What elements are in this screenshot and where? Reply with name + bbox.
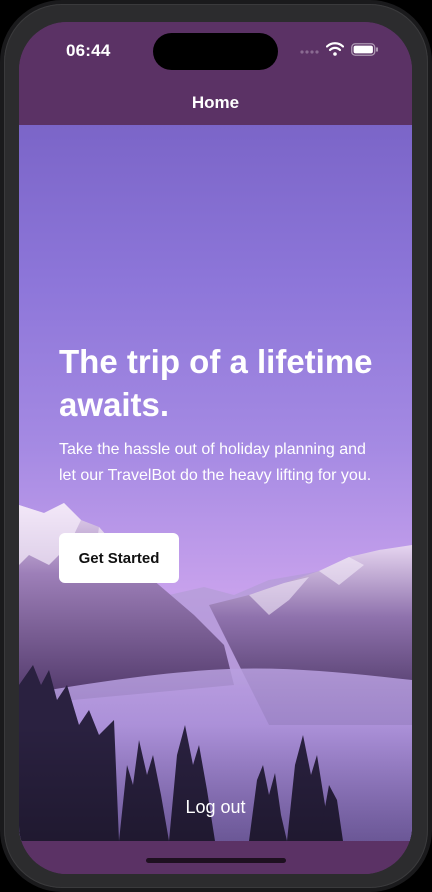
cellular-signal-icon	[300, 50, 319, 54]
hero-headline: The trip of a lifetime awaits.	[59, 343, 373, 423]
dynamic-island	[153, 33, 278, 70]
bottom-bar	[19, 841, 412, 874]
phone-frame: 06:44 Home The trip of a lifetime awaits…	[0, 0, 432, 892]
app-screen: 06:44 Home The trip of a lifetime awaits…	[19, 22, 412, 874]
wifi-icon	[326, 42, 344, 56]
battery-icon	[351, 43, 378, 56]
logout-link[interactable]: Log out	[19, 797, 412, 818]
hero-subtext: Take the hassle out of holiday planning …	[59, 441, 372, 484]
nav-title: Home	[191, 93, 240, 112]
hero-section: The trip of a lifetime awaits. Take the …	[19, 125, 412, 841]
get-started-button[interactable]: Get Started	[59, 533, 179, 583]
status-time: 06:44	[66, 41, 111, 60]
top-bar: 06:44 Home	[19, 22, 412, 125]
home-indicator[interactable]	[146, 858, 286, 863]
